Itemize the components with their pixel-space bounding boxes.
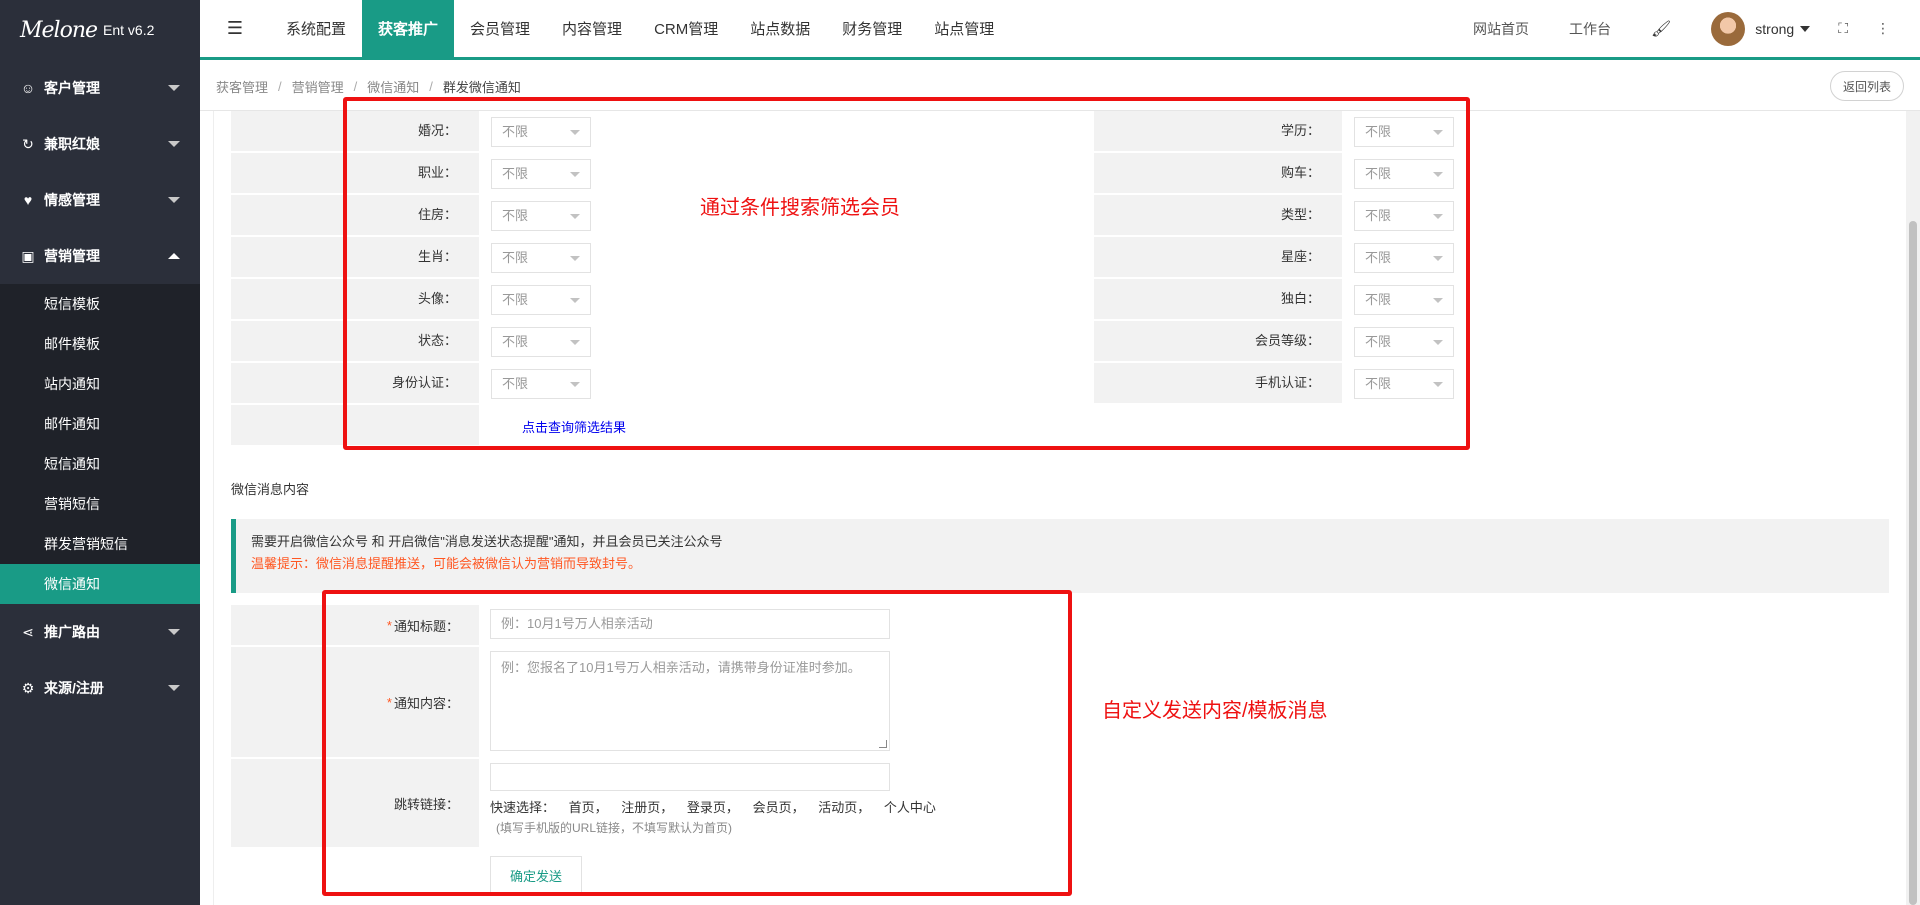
tab-member[interactable]: 会员管理 xyxy=(454,0,546,57)
app-version: Ent v6.2 xyxy=(103,22,155,38)
chevron-up-icon xyxy=(168,253,180,259)
avatar[interactable] xyxy=(1711,11,1746,46)
notice-text: 需要开启微信公众号 和 开启微信"消息发送状态提醒"通知，并且会员已关注公众号 xyxy=(251,534,723,549)
section-title: 微信消息内容 xyxy=(231,482,310,497)
logo-mark: Melone xyxy=(20,17,98,43)
site-home-link[interactable]: 网站首页 xyxy=(1473,19,1529,39)
sidebar-group-label: 推广路由 xyxy=(44,624,100,640)
content-border xyxy=(213,111,214,905)
breadcrumb-separator: / xyxy=(353,79,358,94)
sidebar-item-sms-notice[interactable]: 短信通知 xyxy=(0,444,200,484)
scrollbar-thumb[interactable] xyxy=(1909,221,1917,905)
chevron-down-icon xyxy=(168,685,180,691)
breadcrumb-current: 群发微信通知 xyxy=(442,80,521,95)
sidebar-item-marketing-sms[interactable]: 营销短信 xyxy=(0,484,200,524)
tab-site-admin[interactable]: 站点管理 xyxy=(918,0,1010,57)
tab-crm[interactable]: CRM管理 xyxy=(638,0,734,57)
chevron-down-icon xyxy=(168,197,180,203)
username: strong xyxy=(1755,20,1795,37)
handshake-icon: ↻ xyxy=(22,135,34,152)
tab-system-config[interactable]: 系统配置 xyxy=(270,0,362,57)
sidebar-group-label: 营销管理 xyxy=(44,248,100,264)
sidebar-group-label: 情感管理 xyxy=(44,192,100,208)
sidebar-item-email-template[interactable]: 邮件模板 xyxy=(0,324,200,364)
source-icon: ⚙ xyxy=(21,679,35,696)
sidebar: Melone Ent v6.2 ☺ 客户管理 ↻ 兼职红娘 ♥ 情感管理 ▣ 营… xyxy=(0,0,200,905)
sidebar-group-marketing[interactable]: ▣ 营销管理 xyxy=(0,228,200,284)
sidebar-item-email-notice[interactable]: 邮件通知 xyxy=(0,404,200,444)
top-header: ☰ 系统配置 获客推广 会员管理 内容管理 CRM管理 站点数据 财务管理 站点… xyxy=(200,0,1920,60)
users-icon: ☺ xyxy=(20,80,36,96)
heart-icon: ♥ xyxy=(23,192,33,208)
clear-cache-icon[interactable]: 🖌 xyxy=(1651,19,1671,39)
annotation-box-filter xyxy=(343,97,1470,450)
sidebar-group-matchmaker[interactable]: ↻ 兼职红娘 xyxy=(0,116,200,172)
tab-content[interactable]: 内容管理 xyxy=(546,0,638,57)
breadcrumb-separator: / xyxy=(278,79,282,94)
sidebar-item-bulk-marketing-sms[interactable]: 群发营销短信 xyxy=(0,524,200,564)
scrollbar[interactable] xyxy=(1906,111,1920,905)
breadcrumb-item[interactable]: 营销管理 xyxy=(292,77,344,96)
chevron-down-icon xyxy=(168,85,180,91)
chevron-down-icon xyxy=(168,629,180,635)
sidebar-item-sms-template[interactable]: 短信模板 xyxy=(0,284,200,324)
tab-acquisition[interactable]: 获客推广 xyxy=(362,0,455,57)
breadcrumb-item[interactable]: 获客管理 xyxy=(216,77,268,96)
sidebar-group-label: 客户管理 xyxy=(44,80,100,96)
top-right-tools: 网站首页 工作台 🖌 strong ⛶ ⋮ xyxy=(1453,0,1920,57)
fullscreen-icon[interactable]: ⛶ xyxy=(1838,20,1848,37)
tab-finance[interactable]: 财务管理 xyxy=(826,0,918,57)
warning-text: 温馨提示：微信消息提醒推送，可能会被微信认为营销而导致封号。 xyxy=(251,556,642,571)
more-icon[interactable]: ⋮ xyxy=(1876,20,1890,37)
share-icon: ⋖ xyxy=(22,623,34,640)
sidebar-item-wechat-notice[interactable]: 微信通知 xyxy=(0,564,200,604)
chart-icon: ▣ xyxy=(21,247,35,264)
chevron-down-icon xyxy=(168,141,180,147)
sidebar-item-site-notice[interactable]: 站内通知 xyxy=(0,364,200,404)
sidebar-group-emotion[interactable]: ♥ 情感管理 xyxy=(0,172,200,228)
annotation-filter-text: 通过条件搜索筛选会员 xyxy=(700,197,900,219)
user-menu[interactable]: strong xyxy=(1755,20,1811,37)
marketing-submenu: 短信模板 邮件模板 站内通知 邮件通知 短信通知 营销短信 群发营销短信 微信通… xyxy=(0,284,200,604)
annotation-box-custom xyxy=(322,590,1072,896)
sidebar-group-promo-route[interactable]: ⋖ 推广路由 xyxy=(0,604,200,660)
workbench-link[interactable]: 工作台 xyxy=(1569,19,1611,39)
chevron-down-icon xyxy=(1800,25,1811,32)
tab-site-data[interactable]: 站点数据 xyxy=(734,0,826,57)
notice-box: 需要开启微信公众号 和 开启微信"消息发送状态提醒"通知，并且会员已关注公众号 … xyxy=(231,519,1889,593)
logo[interactable]: Melone Ent v6.2 xyxy=(0,0,200,60)
annotation-custom-text: 自定义发送内容/模板消息 xyxy=(1102,700,1328,722)
back-to-list-button[interactable]: 返回列表 xyxy=(1829,71,1904,101)
breadcrumb-item[interactable]: 微信通知 xyxy=(367,77,419,96)
breadcrumb-separator: / xyxy=(429,79,433,94)
sidebar-group-label: 兼职红娘 xyxy=(44,136,100,152)
sidebar-group-customer[interactable]: ☺ 客户管理 xyxy=(0,60,200,116)
menu-toggle-icon[interactable]: ☰ xyxy=(200,0,270,57)
sidebar-group-label: 来源/注册 xyxy=(44,680,104,696)
sidebar-group-source[interactable]: ⚙ 来源/注册 xyxy=(0,660,200,716)
top-nav: 系统配置 获客推广 会员管理 内容管理 CRM管理 站点数据 财务管理 站点管理 xyxy=(270,0,1010,57)
